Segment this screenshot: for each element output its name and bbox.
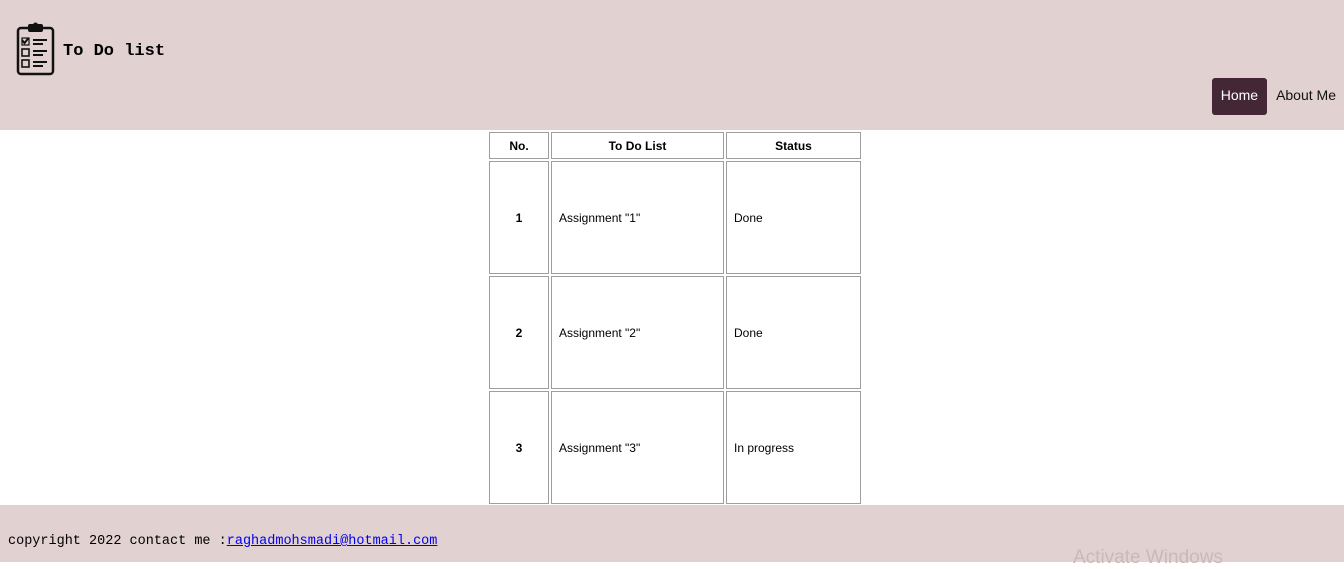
row-status: Done: [726, 276, 861, 389]
row-number: 2: [489, 276, 549, 389]
nav-about-me-link[interactable]: About Me: [1268, 78, 1344, 115]
activate-windows-watermark: Activate Windows: [1073, 547, 1223, 568]
site-header: To Do list Home About Me: [0, 0, 1344, 130]
column-header-status: Status: [726, 132, 861, 159]
row-number: 3: [489, 391, 549, 504]
site-title: To Do list: [63, 42, 166, 61]
row-task: Assignment "3": [551, 391, 724, 504]
row-task: Assignment "2": [551, 276, 724, 389]
column-header-no: No.: [489, 132, 549, 159]
table-row: 1 Assignment "1" Done: [489, 161, 861, 274]
clipboard-checklist-icon: [16, 22, 55, 76]
row-status: Done: [726, 161, 861, 274]
table-header-row: No. To Do List Status: [489, 132, 861, 159]
table-row: 3 Assignment "3" In progress: [489, 391, 861, 504]
footer-copyright-text: copyright 2022 contact me :: [8, 534, 227, 549]
row-number: 1: [489, 161, 549, 274]
footer-email-link[interactable]: raghadmohsmadi@hotmail.com: [227, 534, 438, 549]
todo-table: No. To Do List Status 1 Assignment "1" D…: [487, 130, 863, 506]
row-task: Assignment "1": [551, 161, 724, 274]
site-footer: copyright 2022 contact me :raghadmohsmad…: [0, 505, 1344, 568]
row-status: In progress: [726, 391, 861, 504]
table-row: 2 Assignment "2" Done: [489, 276, 861, 389]
nav-home-link[interactable]: Home: [1211, 78, 1268, 115]
footer-copyright: copyright 2022 contact me :raghadmohsmad…: [8, 534, 437, 549]
column-header-todo: To Do List: [551, 132, 724, 159]
main-nav: Home About Me: [1211, 78, 1344, 115]
